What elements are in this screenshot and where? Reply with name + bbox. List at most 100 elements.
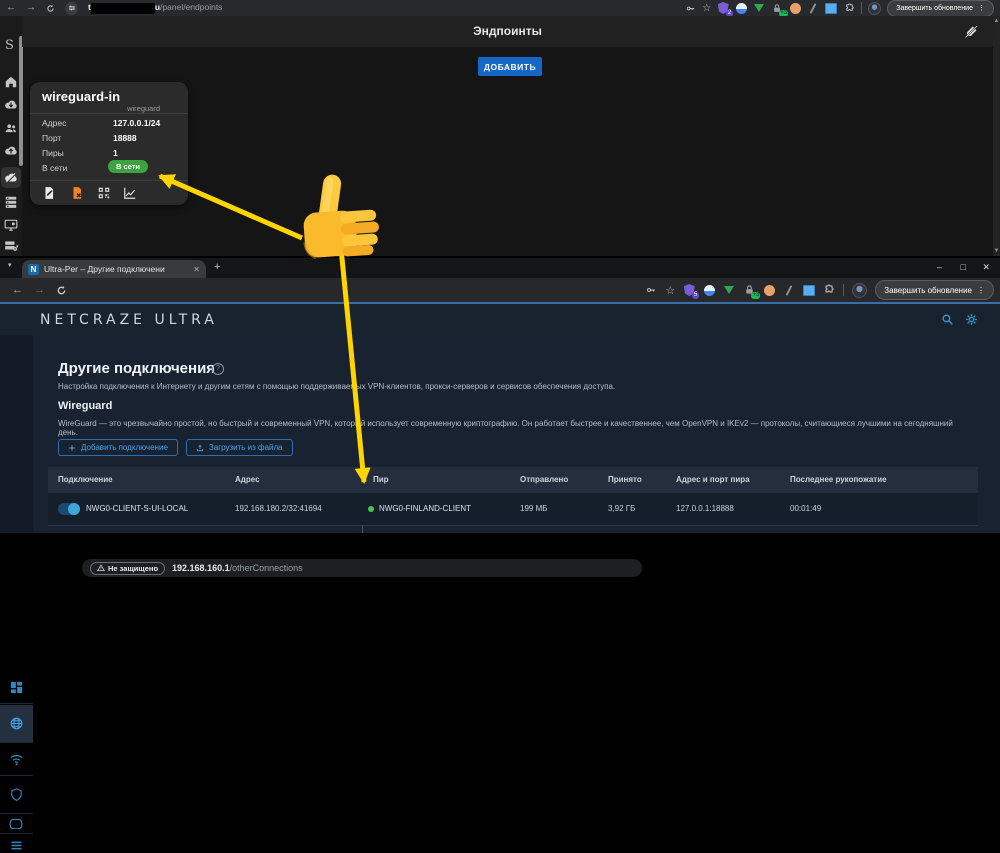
url-bar[interactable]: tu/panel/endpoints xyxy=(88,2,222,13)
forward-icon[interactable]: → xyxy=(34,282,45,298)
online-status-badge: В сети xyxy=(108,160,148,173)
new-tab-button[interactable]: + xyxy=(214,261,220,273)
plus-icon xyxy=(68,444,76,452)
endpoint-type: wireguard xyxy=(127,104,160,113)
url-bar[interactable]: Не защищено 192.168.160.1/otherConnectio… xyxy=(82,559,642,577)
add-endpoint-button[interactable]: ДОБАВИТЬ xyxy=(478,57,542,76)
extension-avatar-icon[interactable] xyxy=(735,2,747,14)
browser1-toolbar: ← → tu/panel/endpoints ☆ 2 +3 Завершить … xyxy=(0,0,1000,16)
sidebar-menu-icon[interactable] xyxy=(9,838,24,853)
page-scrollbar[interactable]: ▲ ▼ xyxy=(993,16,1000,256)
relaunch-update-button[interactable]: Завершить обновление⋮ xyxy=(875,280,994,300)
maximize-button[interactable]: □ xyxy=(961,257,966,277)
browser1-extensions-area: ☆ 2 +3 Завершить обновление⋮ xyxy=(684,0,994,16)
page-title: Другие подключения xyxy=(58,360,215,377)
security-chip[interactable]: Не защищено xyxy=(90,562,165,575)
search-icon[interactable] xyxy=(941,313,954,326)
reload-icon[interactable] xyxy=(56,285,67,296)
site-header: NETCRAZE ULTRA xyxy=(0,304,1000,336)
extension-lock-icon[interactable]: +3 xyxy=(743,284,755,296)
field-value: 18888 xyxy=(113,133,137,143)
extension-face-icon[interactable] xyxy=(789,2,801,14)
pen-slash-icon[interactable] xyxy=(964,24,979,39)
connection-table-row[interactable]: NWG0-CLIENT-S-UI-LOCAL 192.168.180.2/32:… xyxy=(48,493,978,525)
sidebar-caret-icon[interactable]: ▾ xyxy=(16,244,19,250)
field-value: 1 xyxy=(113,148,118,158)
sidebar-dashboard-icon[interactable] xyxy=(9,680,24,695)
scroll-up-icon[interactable]: ▲ xyxy=(993,18,1000,24)
sidebar-cloud-upload-icon[interactable] xyxy=(4,144,18,158)
redacted-domain xyxy=(91,3,155,14)
connection-address: 192.168.180.2/32:41694 xyxy=(235,504,322,513)
extension-screen-icon[interactable] xyxy=(803,284,815,296)
back-icon[interactable]: ← xyxy=(6,0,16,16)
password-key-icon[interactable] xyxy=(645,284,657,296)
sidebar-scrollbar[interactable] xyxy=(19,36,23,166)
column-header: Пир xyxy=(373,475,389,484)
sidebar-servers-icon[interactable] xyxy=(4,195,18,209)
divider xyxy=(30,113,188,114)
bookmark-star-icon[interactable]: ☆ xyxy=(702,3,711,14)
extension-shield-icon[interactable]: 2 xyxy=(717,2,729,14)
forward-icon[interactable]: → xyxy=(26,0,36,16)
extension-screen-icon[interactable] xyxy=(825,2,837,14)
extension-lock-icon[interactable]: +3 xyxy=(771,2,783,14)
bookmark-star-icon[interactable]: ☆ xyxy=(665,284,675,297)
extension-shield-icon[interactable]: 5 xyxy=(683,284,695,296)
upload-from-file-button[interactable]: Загрузить из файла xyxy=(186,439,293,456)
help-icon[interactable]: ? xyxy=(212,363,224,375)
tab-search-icon[interactable]: ▾ xyxy=(8,261,12,269)
settings-gear-icon[interactable] xyxy=(965,313,978,326)
extensions-puzzle-icon[interactable] xyxy=(823,284,835,296)
browser-tab[interactable]: N Ultra-Per – Другие подключени ✕ xyxy=(22,260,206,278)
sidebar-selected-item[interactable] xyxy=(1,167,21,188)
scroll-down-icon[interactable]: ▼ xyxy=(993,248,1000,254)
peer-name: NWG0-FINLAND-CLIENT xyxy=(379,504,471,513)
profile-avatar[interactable] xyxy=(868,2,881,15)
tune-icon[interactable] xyxy=(65,2,78,15)
sidebar-applications-icon[interactable] xyxy=(9,818,23,829)
sidebar-internet-globe-icon[interactable] xyxy=(9,716,24,731)
extensions-puzzle-icon[interactable] xyxy=(843,2,855,14)
browser-menu-icon[interactable]: ⋮ xyxy=(977,286,985,295)
add-connection-button[interactable]: Добавить подключение xyxy=(58,439,178,456)
relaunch-update-button[interactable]: Завершить обновление⋮ xyxy=(887,0,994,17)
field-label: Пиры xyxy=(42,148,64,158)
column-header: Последнее рукопожатие xyxy=(790,475,887,484)
sidebar-cloud-download-icon[interactable] xyxy=(4,98,18,112)
close-window-button[interactable]: ✕ xyxy=(982,257,990,277)
qr-code-icon[interactable] xyxy=(97,186,111,200)
extension-download-icon[interactable] xyxy=(753,2,765,14)
edit-config-icon[interactable] xyxy=(42,186,56,200)
tab-favicon: N xyxy=(28,264,39,275)
extension-disabled-icon[interactable] xyxy=(783,284,795,296)
url-host: 192.168.160.1 xyxy=(172,563,230,573)
extension-avatar-icon[interactable] xyxy=(703,284,715,296)
sidebar-monitor-gear-icon[interactable] xyxy=(4,218,18,232)
panel-header-bar: Эндпоинты xyxy=(22,16,993,47)
extension-face-icon[interactable] xyxy=(763,284,775,296)
back-icon[interactable]: ← xyxy=(12,282,23,298)
sidebar-wifi-icon[interactable] xyxy=(9,752,24,767)
extension-disabled-icon[interactable] xyxy=(807,2,819,14)
last-handshake: 00:01:49 xyxy=(790,504,821,513)
sidebar-home-icon[interactable] xyxy=(4,75,18,89)
brand-logo: NETCRAZE ULTRA xyxy=(40,312,218,328)
statistics-chart-icon[interactable] xyxy=(123,186,137,200)
sidebar-cloud-off-icon xyxy=(4,171,18,185)
delete-file-icon[interactable] xyxy=(70,186,84,200)
browser-menu-icon[interactable]: ⋮ xyxy=(978,4,985,12)
column-divider xyxy=(362,525,363,533)
endpoint-card[interactable]: wireguard-in wireguard Адрес 127.0.0.1/2… xyxy=(30,82,188,205)
sidebar-shield-icon[interactable] xyxy=(9,787,24,802)
panel-page-title: Эндпоинты xyxy=(22,16,993,47)
password-key-icon[interactable] xyxy=(684,2,696,14)
tab-title: Ultra-Per – Другие подключени xyxy=(44,264,188,274)
reload-icon[interactable] xyxy=(46,4,55,13)
profile-avatar[interactable] xyxy=(852,283,867,298)
extension-download-icon[interactable] xyxy=(723,284,735,296)
sidebar-users-icon[interactable] xyxy=(4,121,18,135)
connection-toggle[interactable] xyxy=(58,503,80,515)
minimize-button[interactable]: – xyxy=(937,257,942,277)
tab-close-icon[interactable]: ✕ xyxy=(193,265,200,274)
